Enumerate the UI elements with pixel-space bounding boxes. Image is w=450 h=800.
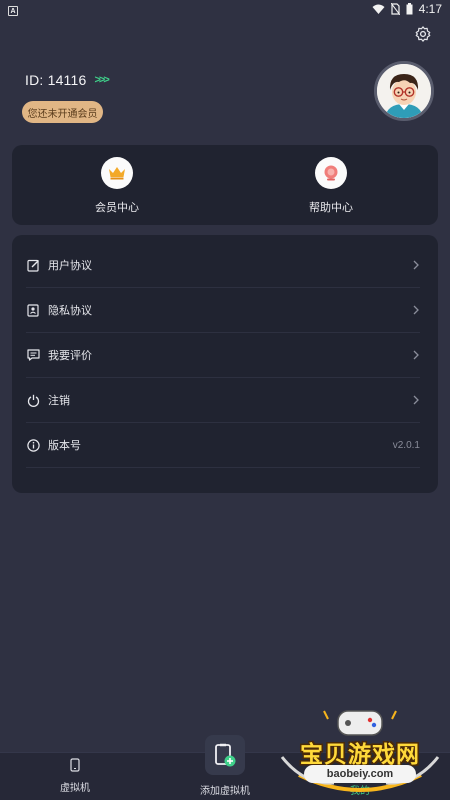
avatar[interactable] (374, 61, 434, 121)
add-vm-icon (215, 743, 236, 767)
battery-icon (406, 3, 413, 15)
user-id-text: ID: 14116 (25, 72, 87, 88)
menu-item-user-agreement[interactable]: 用户协议 (26, 243, 420, 288)
menu-item-label: 版本号 (48, 440, 81, 452)
privacy-doc-icon (26, 303, 40, 317)
version-number: v2.0.1 (392, 439, 420, 451)
status-right: 4:17 (372, 2, 442, 16)
chevron-right-icon (413, 395, 419, 405)
crown-icon (109, 167, 125, 180)
add-vm-label[interactable]: 添加虚拟机 (195, 782, 255, 797)
watermark-title: 宝贝游戏网 (300, 742, 420, 768)
status-time: 4:17 (418, 2, 442, 16)
chevron-right-icon (413, 350, 419, 360)
quick-actions-card: 会员中心 帮助中心 (12, 145, 438, 225)
status-bar: A 4:17 (0, 0, 450, 18)
crown-icon-circle (101, 157, 133, 189)
avatar-illustration-icon (377, 64, 431, 118)
menu-item-version: 版本号 v2.0.1 (26, 423, 420, 468)
settings-gear-icon[interactable] (414, 25, 432, 43)
quick-item-vip-center[interactable]: 会员中心 (72, 157, 162, 215)
wifi-icon (372, 4, 385, 14)
vip-status-badge[interactable]: 您还未开通会员 (22, 101, 103, 123)
menu-item-label: 注销 (48, 395, 70, 407)
comment-icon (26, 348, 40, 362)
no-sim-icon (390, 3, 400, 15)
quick-item-help-center[interactable]: 帮助中心 (286, 157, 376, 215)
status-left: A (8, 2, 18, 17)
quick-item-label: 帮助中心 (309, 202, 353, 214)
edit-doc-icon (26, 258, 40, 272)
help-icon-circle (315, 157, 347, 189)
phone-icon (70, 758, 80, 772)
add-vm-button[interactable] (205, 735, 245, 775)
menu-item-rate-us[interactable]: 我要评价 (26, 333, 420, 378)
nav-tab-label: 虚拟机 (60, 783, 90, 794)
watermark-logo: 宝贝游戏网 baobeiy.com (274, 705, 446, 797)
nav-tab-virtual-machine[interactable]: 虚拟机 (35, 757, 115, 794)
settings-menu-card: 用户协议 隐私协议 我要评价 注销 版本号 v2.0.1 (12, 235, 438, 493)
watermark-url: baobeiy.com (304, 765, 416, 783)
menu-item-label: 隐私协议 (48, 305, 92, 317)
menu-item-privacy-agreement[interactable]: 隐私协议 (26, 288, 420, 333)
chevrons-icon: >>> (94, 74, 109, 86)
menu-item-label: 我要评价 (48, 350, 92, 362)
notification-a-icon: A (8, 6, 18, 17)
info-icon (26, 438, 40, 452)
chevron-right-icon (413, 305, 419, 315)
menu-item-label: 用户协议 (48, 260, 92, 272)
menu-item-logout[interactable]: 注销 (26, 378, 420, 423)
quick-item-label: 会员中心 (95, 202, 139, 214)
chevron-right-icon (413, 260, 419, 270)
user-id[interactable]: ID: 14116 >>> (25, 72, 110, 88)
help-icon (324, 165, 338, 181)
power-icon (26, 393, 40, 407)
